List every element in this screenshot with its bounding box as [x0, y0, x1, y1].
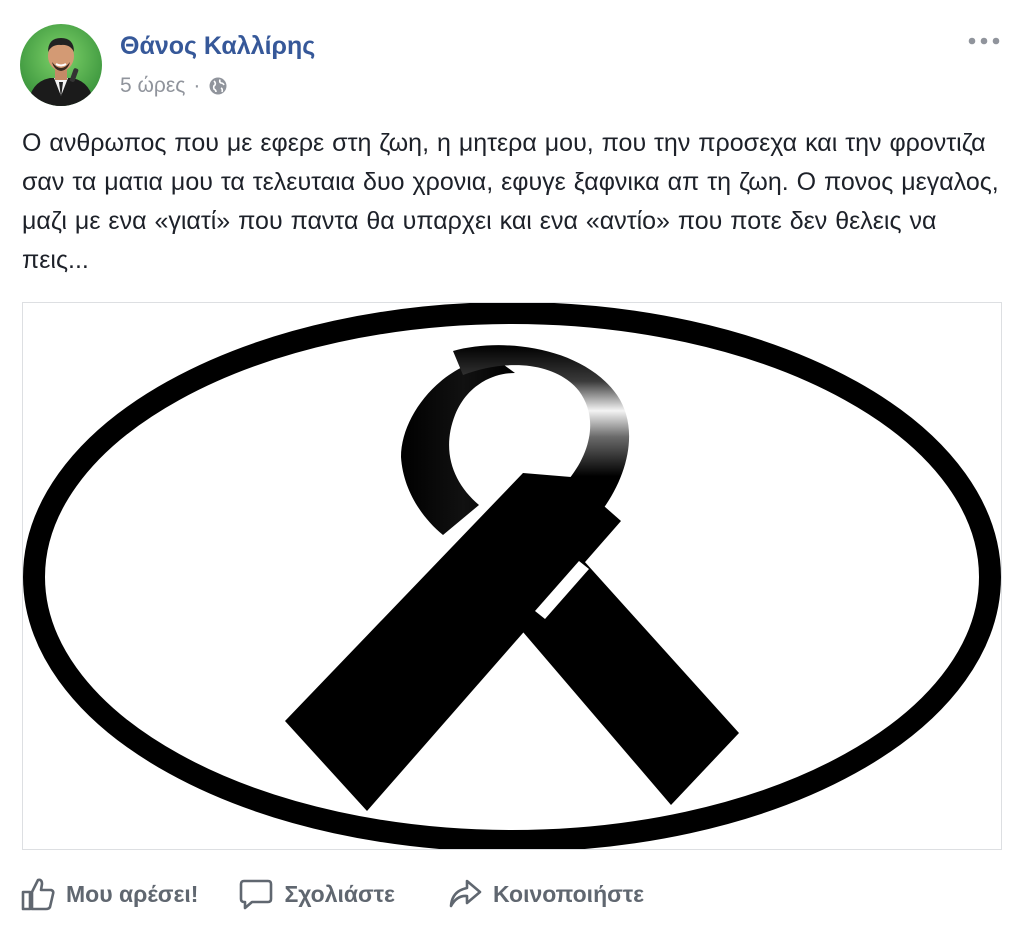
action-bar: Μου αρέσει! Σχολιάστε Κοινοποιήστε [20, 868, 1004, 920]
like-button[interactable]: Μου αρέσει! [20, 876, 198, 912]
post-header: Θάνος Καλλίρης 5 ώρες · [20, 24, 1004, 108]
comment-button[interactable]: Σχολιάστε [238, 876, 395, 912]
facebook-post: Θάνος Καλλίρης 5 ώρες · Ο ανθρωπος που μ… [0, 0, 1024, 933]
share-button[interactable]: Κοινοποιήστε [447, 876, 644, 912]
meta-separator: · [193, 74, 201, 97]
more-options-icon[interactable] [964, 28, 1004, 54]
post-image[interactable] [22, 302, 1002, 850]
share-arrow-icon [449, 879, 482, 908]
post-meta: 5 ώρες · [120, 74, 228, 98]
post-timestamp[interactable]: 5 ώρες [120, 74, 185, 98]
globe-icon[interactable] [208, 76, 228, 96]
thumbs-up-icon [21, 878, 55, 911]
post-text: Ο ανθρωπος που με εφερε στη ζωη, η μητερ… [22, 129, 999, 274]
author-name-link[interactable]: Θάνος Καλλίρης [120, 32, 315, 61]
comment-label: Σχολιάστε [284, 880, 395, 907]
like-label: Μου αρέσει! [66, 880, 199, 907]
share-label: Κοινοποιήστε [492, 880, 645, 907]
avatar[interactable] [20, 24, 102, 106]
comment-bubble-icon [240, 879, 273, 910]
